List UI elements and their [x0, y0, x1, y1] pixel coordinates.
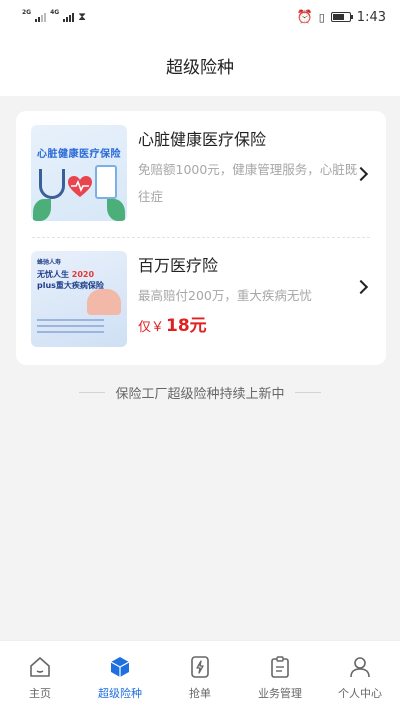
divider — [32, 237, 370, 238]
clipboard-illustration — [95, 165, 117, 199]
thumbnail-title: 心脏健康医疗保险 — [37, 149, 121, 160]
page-title: 超级险种 — [0, 34, 400, 96]
network-type-4g: 4G — [50, 9, 60, 16]
footer-note-text: 保险工厂超级险种持续上新中 — [115, 386, 285, 402]
user-icon — [350, 657, 370, 678]
price: 仅￥ 18元 — [138, 311, 368, 336]
divider-line — [294, 391, 321, 393]
price-prefix: 仅￥ — [138, 320, 165, 335]
thumbnail-feature-list — [37, 315, 121, 337]
vibrate-icon: ▯ — [318, 10, 325, 24]
cube-icon — [110, 657, 130, 677]
thumbnail-headline: 无忧人生 2020 plus重大疾病保险 — [37, 269, 104, 291]
tab-super-insurance[interactable]: 超级险种 — [80, 641, 160, 711]
tab-label: 超级险种 — [98, 687, 142, 700]
bottom-tab-bar: 主页 超级险种 抢单 业务管理 个人中心 — [0, 640, 400, 711]
price-value: 18元 — [166, 316, 207, 336]
product-info: 心脏健康医疗保险 免赔额1000元，健康管理服务，心脏既往症 — [138, 127, 368, 210]
thumbnail-line2: plus重大疾病保险 — [37, 281, 104, 290]
product-name: 心脏健康医疗保险 — [138, 130, 267, 149]
tab-label: 个人中心 — [338, 687, 382, 700]
product-description: 免赔额1000元，健康管理服务，心脏既往症 — [138, 162, 358, 204]
status-right: ⏰ ▯ 1:43 — [297, 10, 386, 25]
battery-icon — [330, 12, 353, 22]
product-description: 最高赔付200万，重大疾病无忧 — [138, 288, 312, 303]
leaf-decoration — [33, 199, 51, 221]
clock: 1:43 — [356, 9, 386, 25]
divider-line — [79, 391, 106, 393]
tab-label: 主页 — [29, 687, 51, 700]
tab-grab-order[interactable]: 抢单 — [160, 641, 240, 711]
tab-label: 抢单 — [189, 687, 211, 700]
product-name: 百万医疗险 — [138, 256, 219, 275]
tab-personal-center[interactable]: 个人中心 — [320, 641, 400, 711]
insurer-logo: 蜂驰人寿 — [37, 259, 62, 266]
thumbnail-year: 2020 — [71, 270, 95, 279]
product-info: 百万医疗险 最高赔付200万，重大疾病无忧 仅￥ 18元 — [138, 253, 368, 336]
status-left: 2G 4G ⧗ — [22, 10, 86, 24]
home-icon — [30, 657, 50, 677]
footer-note: 保险工厂超级险种持续上新中 — [0, 380, 400, 404]
tab-label: 业务管理 — [258, 687, 302, 700]
tab-home[interactable]: 主页 — [0, 641, 80, 711]
status-bar: 2G 4G ⧗ ⏰ ▯ 1:43 — [0, 0, 400, 34]
hourglass-icon: ⧗ — [78, 10, 86, 23]
alarm-icon: ⏰ — [296, 9, 313, 25]
product-thumbnail: 蜂驰人寿 无忧人生 2020 plus重大疾病保险 — [31, 251, 127, 347]
leaf-decoration — [107, 199, 125, 221]
product-item-million-medical[interactable]: 蜂驰人寿 无忧人生 2020 plus重大疾病保险 百万医疗险 最高赔付200万… — [16, 239, 386, 365]
lightning-icon — [191, 656, 209, 678]
heart-icon — [68, 176, 92, 197]
signal-icon-2 — [63, 12, 75, 22]
product-thumbnail: 心脏健康医疗保险 — [31, 125, 127, 221]
stethoscope-icon — [39, 169, 65, 199]
tab-business-management[interactable]: 业务管理 — [240, 641, 320, 711]
product-card: 心脏健康医疗保险 心脏健康医疗保险 免赔额1000元，健康管理服务，心脏既往症 … — [16, 111, 386, 365]
thumbnail-line1: 无忧人生 — [37, 270, 69, 279]
clipboard-icon — [271, 656, 289, 678]
network-type-2g: 2G — [22, 9, 32, 16]
family-illustration — [87, 289, 121, 315]
signal-icon — [35, 12, 47, 22]
product-item-heart-health[interactable]: 心脏健康医疗保险 心脏健康医疗保险 免赔额1000元，健康管理服务，心脏既往症 — [16, 111, 386, 237]
